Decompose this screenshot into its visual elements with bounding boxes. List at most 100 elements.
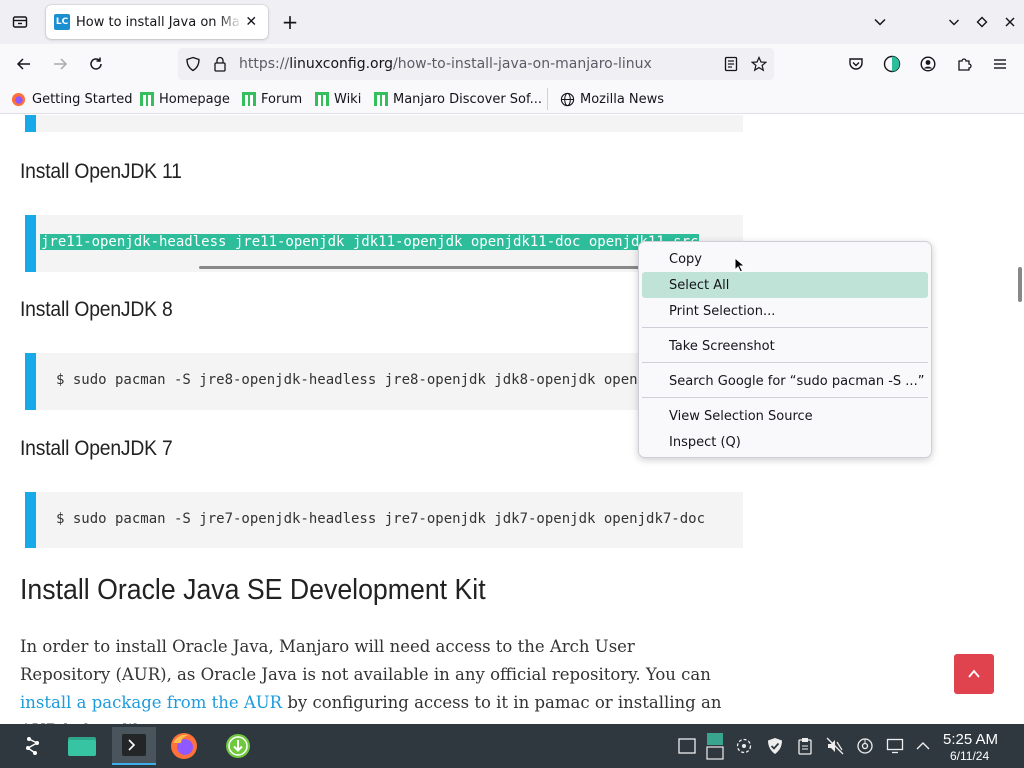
menu-item-search-google[interactable]: Search Google for “sudo pacman -S ...” [642,368,928,394]
taskbar [0,724,1024,768]
clock-date[interactable]: 6/11/24 [950,749,989,763]
heading-oracle-java: Install Oracle Java SE Development Kit [20,574,486,606]
back-arrow-icon [16,58,30,70]
maximize-icon[interactable] [970,10,994,34]
code-horizontal-scrollbar[interactable] [199,266,639,269]
display-tray[interactable] [885,736,905,756]
menu-separator [642,327,928,328]
bookmarks-toolbar: Getting Started Homepage Forum Wiki Manj… [0,84,1024,114]
heading-openjdk-8: Install OpenJDK 8 [20,298,173,321]
connect-icon [736,738,752,754]
bookmark-wiki[interactable]: Wiki [315,90,361,109]
menu-item-print-selection[interactable]: Print Selection... [642,298,928,324]
firefox-view-button[interactable] [8,10,32,34]
code-block-openjdk-7[interactable]: $ sudo pacman -S jre7-openjdk-headless j… [25,492,743,548]
menu-item-view-selection-source[interactable]: View Selection Source [642,403,928,429]
firefox-icon [171,733,197,759]
firefox-icon [11,92,26,106]
volume-muted-icon [826,737,844,755]
tab-list-chevron-icon[interactable] [868,10,892,34]
back-button[interactable] [12,52,36,76]
tracking-shield-icon[interactable] [185,56,201,72]
pocket-icon [849,58,863,70]
puzzle-icon [958,58,972,71]
code-block-openjdk-8[interactable]: $ sudo pacman -S jre8-openjdk-headless j… [25,353,743,410]
url-text: https://linuxconfig.org/how-to-install-j… [239,56,652,72]
firefox-taskbar-button[interactable] [168,730,200,762]
aur-package-link[interactable]: install a package from the AUR [20,693,282,712]
bookmark-star-icon[interactable] [751,56,767,72]
chevron-up-icon [968,669,980,678]
virtual-desktop-1[interactable] [677,736,697,756]
menu-item-take-screenshot[interactable]: Take Screenshot [642,333,928,359]
minimize-icon[interactable] [942,10,966,34]
manjaro-icon [140,92,154,109]
globe-icon [560,92,575,106]
reload-button[interactable] [84,52,108,76]
terminal-icon [122,734,146,756]
address-bar[interactable]: https://linuxconfig.org/how-to-install-j… [178,48,774,80]
tray-expander[interactable] [913,736,933,756]
volume-tray[interactable] [825,736,845,756]
tab-bar: LC How to install Java on Manjaro Linux … [0,0,1024,44]
menu-separator [642,362,928,363]
shield-check-icon [768,738,782,754]
firefox-view-icon [12,16,28,28]
account-button[interactable] [916,52,940,76]
active-tab[interactable]: LC How to install Java on Manjaro Linux … [46,5,268,39]
forward-button[interactable] [48,52,72,76]
menu-separator [642,397,928,398]
terminal-button[interactable] [112,727,156,765]
launcher-icon [26,737,39,755]
pocket-button[interactable] [844,52,868,76]
bookmark-getting-started[interactable]: Getting Started [11,90,133,108]
code-text-openjdk-7: $ sudo pacman -S jre7-openjdk-headless j… [56,511,706,527]
clock-time[interactable]: 5:25 AM [943,731,998,748]
manjaro-icon [374,92,388,109]
account-icon [920,56,936,72]
reload-icon [90,57,102,70]
selected-code-text[interactable]: jre11-openjdk-headless jre11-openjdk jdk… [40,234,700,250]
page-vertical-scrollbar[interactable] [1018,267,1022,302]
ublock-icon [883,55,901,73]
bookmark-mozilla-news[interactable]: Mozilla News [560,90,664,108]
virtual-desktop-2[interactable] [705,732,725,760]
close-window-icon[interactable] [998,10,1022,34]
application-launcher[interactable] [17,730,49,762]
network-icon [857,738,873,754]
code-text-openjdk-8: $ sudo pacman -S jre8-openjdk-headless j… [56,372,706,388]
linuxconfig-favicon: LC [54,14,70,30]
heading-openjdk-11: Install OpenJDK 11 [20,160,182,183]
chevron-up-icon [916,742,930,750]
bookmark-forum[interactable]: Forum [242,90,302,109]
bookmark-manjaro-discover[interactable]: Manjaro Discover Sof... [374,90,542,109]
security-tray[interactable] [765,736,785,756]
clipboard-tray[interactable] [795,736,815,756]
code-block-openjdk-11[interactable]: jre11-openjdk-headless jre11-openjdk jdk… [25,215,743,272]
clipboard-icon [798,738,812,755]
forward-arrow-icon [54,58,68,70]
scroll-to-top-button[interactable] [954,654,994,694]
app-menu-button[interactable] [988,52,1012,76]
bookmarks-separator [547,88,548,110]
file-manager-button[interactable] [64,730,100,762]
close-tab-icon[interactable]: ✕ [242,13,260,31]
manjaro-icon [315,92,329,109]
new-tab-button[interactable]: + [278,10,302,34]
software-updater-button[interactable] [222,730,254,762]
tab-title: How to install Java on Manjaro Linux [76,14,242,30]
menu-item-copy[interactable]: Copy [642,246,928,272]
navigation-toolbar: https://linuxconfig.org/how-to-install-j… [0,44,1024,84]
kde-connect-tray[interactable] [734,736,754,756]
menu-item-inspect[interactable]: Inspect (Q) [642,429,928,455]
extension-button[interactable] [880,52,904,76]
manjaro-icon [242,92,256,109]
context-menu: Copy Select All Print Selection... Take … [638,241,932,458]
extensions-button[interactable] [952,52,976,76]
lock-icon[interactable] [212,56,228,72]
bookmark-homepage[interactable]: Homepage [140,90,230,109]
reader-view-icon[interactable] [723,56,739,72]
mouse-cursor-icon [734,257,746,273]
network-tray[interactable] [855,736,875,756]
menu-item-select-all[interactable]: Select All [642,272,928,298]
